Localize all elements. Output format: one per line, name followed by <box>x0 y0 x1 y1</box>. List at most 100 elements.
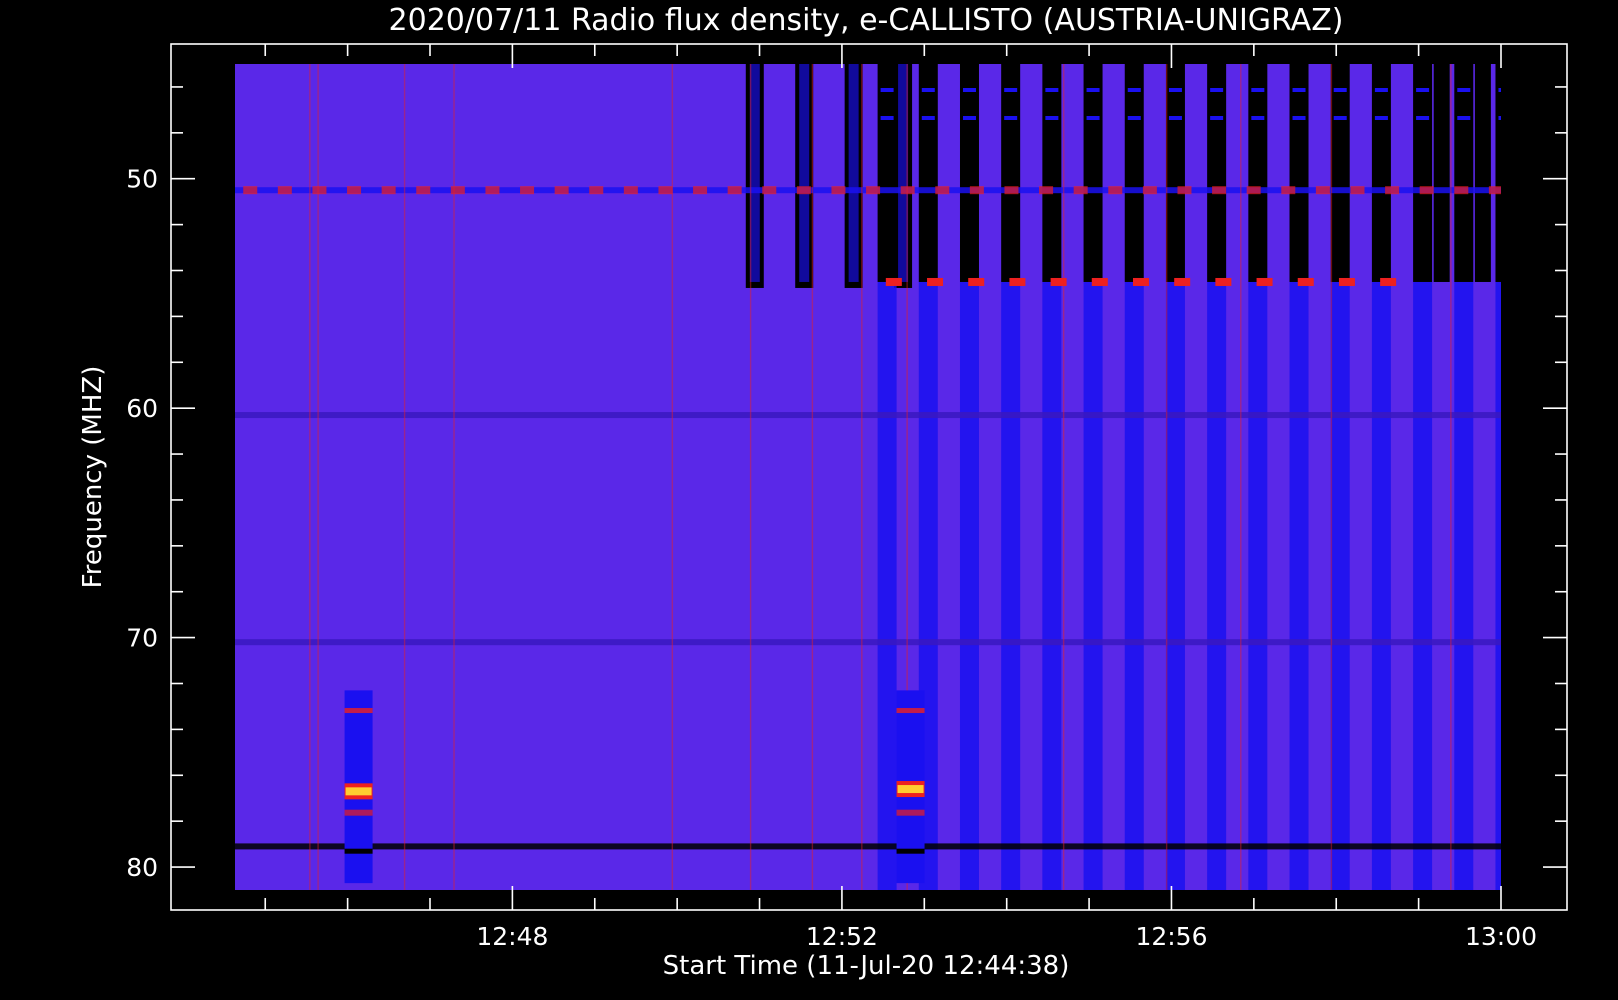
noise-stripe-blue <box>1413 281 1433 890</box>
band-segment-red <box>312 186 327 195</box>
band-segment-red <box>1297 277 1314 286</box>
band-segment-red <box>1419 186 1434 195</box>
noise-stripe-line <box>880 116 894 120</box>
noise-stripe-blue <box>1083 281 1103 890</box>
spectrogram-heatmap <box>235 64 1501 890</box>
noise-stripe-line <box>1333 116 1347 120</box>
noise-stripe-dark <box>1371 64 1391 282</box>
noise-stripe-line <box>1168 88 1182 92</box>
burst-band <box>896 809 925 816</box>
band-segment-red <box>520 186 535 195</box>
noise-stripe-line <box>1004 88 1018 92</box>
noise-stripe-blue <box>1289 281 1309 890</box>
burst-band <box>344 708 373 714</box>
burst-band <box>344 848 373 854</box>
noise-stripe-dark <box>1083 64 1103 282</box>
band-segment-red <box>1246 186 1261 195</box>
band-segment-red <box>1142 186 1157 195</box>
frequency-band <box>235 843 1501 850</box>
rfi-spike <box>317 64 319 890</box>
frequency-band <box>235 639 1501 646</box>
noise-stripe-line <box>1086 116 1100 120</box>
noise-stripe-dark <box>1207 64 1227 282</box>
noise-stripe-blue <box>1042 281 1062 890</box>
noise-stripe-line <box>1374 88 1388 92</box>
band-segment-red <box>885 277 902 286</box>
band-segment-red <box>1350 186 1365 195</box>
band-segment-red <box>762 186 777 195</box>
band-segment-red <box>589 186 604 195</box>
band-segment-red <box>1177 186 1192 195</box>
noise-stripe-dark <box>1165 64 1185 282</box>
rfi-spike <box>1330 64 1333 890</box>
band-segment-red <box>1338 277 1355 286</box>
noise-stripe-dark <box>1124 64 1144 282</box>
band-segment-red <box>1215 277 1232 286</box>
noise-stripe-line <box>1374 116 1388 120</box>
noise-stripe-line <box>1045 116 1059 120</box>
noise-stripe-blue <box>1248 281 1268 890</box>
x-tick-label: 12:48 <box>476 922 548 951</box>
rfi-spike <box>403 64 406 890</box>
switch-block-core <box>799 64 810 282</box>
noise-stripe-line <box>1416 116 1430 120</box>
noise-stripe-blue <box>1124 281 1144 890</box>
rfi-spike <box>453 64 455 890</box>
chart-title: 2020/07/11 Radio flux density, e-CALLIST… <box>389 3 1344 38</box>
x-axis-label: Start Time (11-Jul-20 12:44:38) <box>663 951 1070 981</box>
rfi-spike <box>749 64 752 890</box>
band-segment-red <box>1212 186 1227 195</box>
noise-stripe-dark <box>1001 64 1021 282</box>
y-axis-label: Frequency (MHZ) <box>78 366 108 589</box>
noise-stripe-blue <box>1001 281 1021 890</box>
band-segment-red <box>1073 186 1088 195</box>
band-segment-red <box>485 186 500 195</box>
noise-stripe-blue <box>959 281 979 890</box>
spectrogram-figure: 2020/07/11 Radio flux density, e-CALLIST… <box>0 0 1618 1000</box>
noise-stripe-line <box>1333 88 1347 92</box>
rfi-spike <box>811 64 814 890</box>
band-segment-red <box>1132 277 1149 286</box>
rfi-spike <box>1165 64 1168 890</box>
noise-stripe-dark <box>1413 64 1433 282</box>
band-segment-red <box>450 186 465 195</box>
band-segment-red <box>1488 186 1501 195</box>
band-segment-red <box>1108 186 1123 195</box>
noise-stripe-line <box>1416 88 1430 92</box>
noise-stripe-line <box>1168 116 1182 120</box>
band-segment-red <box>623 186 638 195</box>
noise-stripe-dark <box>1289 64 1309 282</box>
noise-stripe-dark <box>1248 64 1268 282</box>
band-segment-red <box>1004 186 1019 195</box>
noise-stripe-blue <box>1207 281 1227 890</box>
band-segment-red <box>831 186 846 195</box>
band-segment-red <box>658 186 673 195</box>
band-segment-red <box>277 186 292 195</box>
noise-stripe-line <box>880 88 894 92</box>
noise-stripe-line <box>921 88 935 92</box>
noise-stripe-line <box>1251 116 1265 120</box>
band-segment-red <box>693 186 708 195</box>
band-segment-red <box>347 186 362 195</box>
noise-stripe-line <box>921 116 935 120</box>
noise-stripe-line <box>1086 88 1100 92</box>
rfi-spike <box>1450 64 1452 890</box>
band-segment-red <box>927 277 944 286</box>
frequency-band <box>235 412 1501 419</box>
y-tick-label: 60 <box>126 394 158 423</box>
band-segment-red <box>968 277 985 286</box>
band-segment-red <box>1385 186 1400 195</box>
noise-stripe-dark <box>918 64 938 282</box>
band-segment-red <box>1315 186 1330 195</box>
rfi-spike <box>861 64 863 890</box>
noise-stripe-line <box>1127 88 1141 92</box>
noise-stripe-dark <box>1330 64 1350 282</box>
rfi-spike <box>1240 64 1242 890</box>
band-segment-red <box>935 186 950 195</box>
switch-block-dark <box>1433 64 1450 282</box>
noise-stripe-line <box>1251 88 1265 92</box>
noise-stripe-blue <box>1165 281 1185 890</box>
band-segment-red <box>1256 277 1273 286</box>
band-segment-red <box>866 186 881 195</box>
band-segment-red <box>1380 277 1397 286</box>
